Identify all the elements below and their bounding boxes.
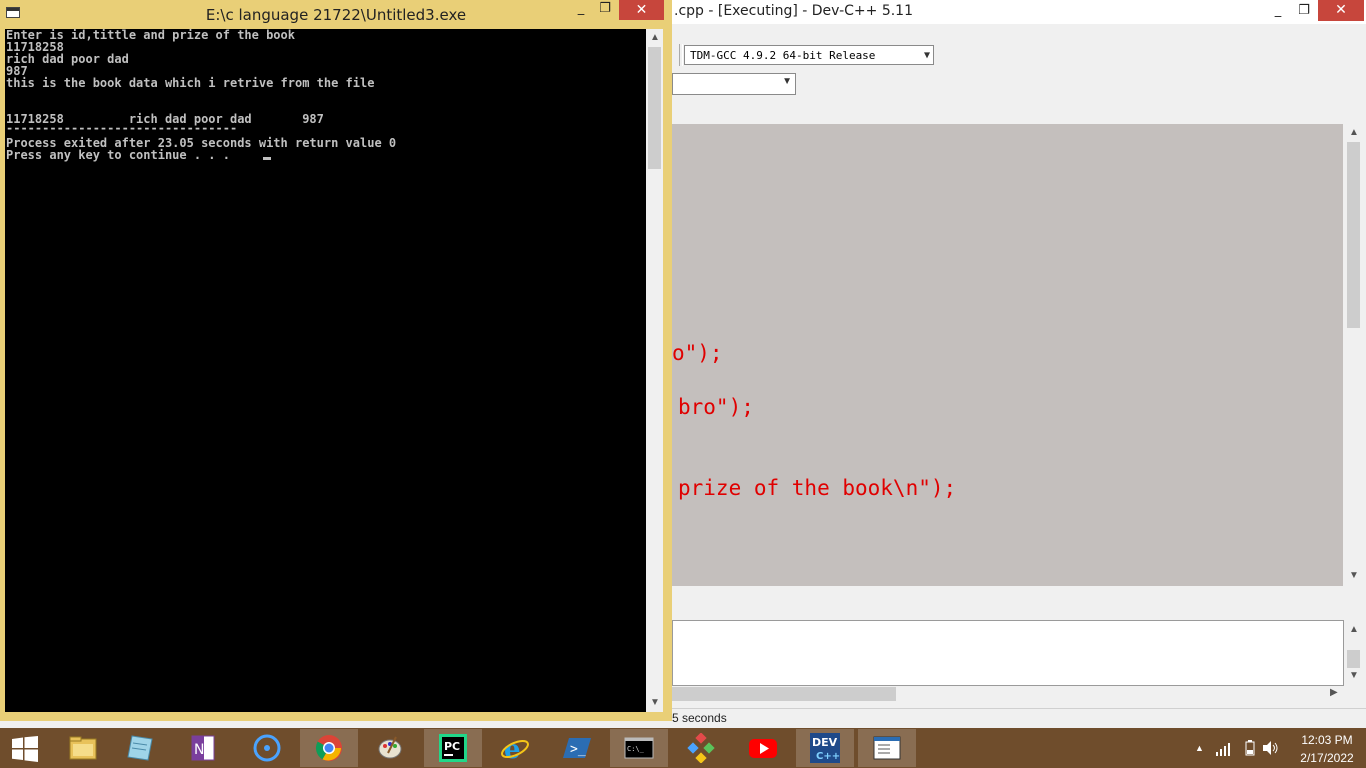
devcpp-icon: DEV C++ (810, 733, 840, 763)
scrollbar-thumb[interactable] (1347, 142, 1360, 328)
taskbar-onenote[interactable]: N (174, 729, 232, 767)
taskbar-command-prompt[interactable]: C:\_ (610, 729, 668, 767)
windows-logo-icon (12, 736, 38, 762)
taskbar-devcpp[interactable]: DEV C++ (796, 729, 854, 767)
scroll-right-arrow-icon[interactable]: ▶ (1330, 687, 1338, 698)
svg-text:>_: >_ (570, 742, 586, 757)
code-line: o"); (672, 341, 723, 365)
show-hidden-icons-icon[interactable]: ▲ (1195, 743, 1204, 753)
console-line: -------------------------------- (6, 121, 238, 135)
taskbar-pycharm[interactable]: PC (424, 729, 482, 767)
svg-text:e: e (504, 735, 521, 763)
volume-icon[interactable] (1263, 741, 1279, 755)
taskbar-powershell[interactable]: >_ (548, 729, 606, 767)
text-cursor (263, 157, 271, 160)
clock-time[interactable]: 12:03 PM (1296, 733, 1358, 747)
svg-text:C:\_: C:\_ (627, 745, 645, 753)
command-prompt-icon: C:\_ (624, 737, 654, 759)
compile-log-panel[interactable] (672, 620, 1344, 686)
console-line: Press any key to continue . . . (6, 148, 230, 162)
svg-text:DEV: DEV (812, 736, 838, 749)
taskbar-cortana[interactable] (238, 729, 296, 767)
taskbar-notepad[interactable] (112, 729, 170, 767)
taskbar-document-viewer[interactable] (858, 729, 916, 767)
scroll-down-arrow-icon[interactable]: ▼ (1349, 670, 1359, 681)
devcpp-close-button[interactable]: ✕ (1318, 0, 1364, 21)
code-line: bro"); (678, 395, 754, 419)
function-select[interactable]: ▼ (672, 73, 796, 95)
scrollbar-thumb[interactable] (672, 687, 896, 701)
svg-text:N: N (194, 742, 204, 758)
editor-vertical-scrollbar[interactable]: ▲ ▼ (1344, 124, 1364, 586)
status-text: 5 seconds (672, 711, 727, 725)
paint-palette-icon (378, 736, 402, 759)
taskbar-file-explorer[interactable] (54, 729, 112, 767)
code-line: prize of the book\n"); (678, 476, 957, 500)
start-button[interactable] (0, 729, 52, 767)
scroll-down-arrow-icon[interactable]: ▼ (650, 697, 660, 708)
chrome-icon (315, 735, 342, 761)
scrollbar-thumb[interactable] (648, 47, 661, 169)
devcpp-restore-button[interactable]: ❐ (1289, 0, 1319, 22)
colorful-app-icon (687, 733, 715, 763)
scroll-up-arrow-icon[interactable]: ▲ (650, 32, 660, 43)
taskbar-chrome[interactable] (300, 729, 358, 767)
document-window-icon (873, 736, 901, 760)
scroll-down-arrow-icon[interactable]: ▼ (1349, 570, 1359, 581)
scroll-up-arrow-icon[interactable]: ▲ (1349, 624, 1359, 635)
pycharm-icon: PC (439, 734, 467, 762)
onenote-icon: N (191, 735, 215, 761)
chevron-down-icon: ▼ (923, 50, 930, 61)
compiler-select[interactable]: TDM-GCC 4.9.2 64-bit Release ▼ (684, 45, 934, 65)
compiler-select-value: TDM-GCC 4.9.2 64-bit Release (690, 49, 876, 62)
internet-explorer-icon: e (501, 735, 529, 763)
scrollbar-thumb[interactable] (1347, 650, 1360, 668)
log-vertical-scrollbar[interactable]: ▲ ▼ (1344, 620, 1364, 686)
code-editor[interactable] (672, 124, 1343, 586)
scroll-up-arrow-icon[interactable]: ▲ (1349, 127, 1359, 138)
svg-text:PC: PC (444, 740, 460, 753)
clock-date[interactable]: 2/17/2022 (1293, 751, 1361, 765)
folder-icon (69, 736, 97, 760)
console-line: this is the book data which i retrive fr… (6, 76, 375, 90)
console-vertical-scrollbar[interactable]: ▲ ▼ (646, 29, 663, 712)
taskbar-other-app[interactable] (672, 729, 730, 767)
svg-text:C++: C++ (816, 751, 840, 762)
chevron-down-icon: ▼ (782, 76, 792, 87)
console-close-button[interactable]: ✕ (619, 0, 664, 20)
powershell-icon: >_ (563, 738, 591, 758)
taskbar-internet-explorer[interactable]: e (486, 729, 544, 767)
cortana-ring-icon (253, 734, 281, 762)
taskbar-youtube[interactable] (734, 729, 792, 767)
console-restore-button[interactable]: ❐ (590, 0, 620, 20)
console-window: E:\c language 21722\Untitled3.exe _ ❐ ✕ … (0, 0, 672, 721)
log-horizontal-scrollbar[interactable]: ▶ (672, 686, 1344, 702)
notepad-icon (127, 735, 153, 761)
youtube-icon (749, 739, 777, 758)
taskbar-paint[interactable] (362, 729, 420, 767)
devcpp-title: .cpp - [Executing] - Dev-C++ 5.11 (674, 3, 913, 19)
toolbar-separator (679, 44, 683, 66)
battery-icon[interactable] (1245, 740, 1255, 756)
signal-strength-icon[interactable] (1216, 742, 1232, 756)
